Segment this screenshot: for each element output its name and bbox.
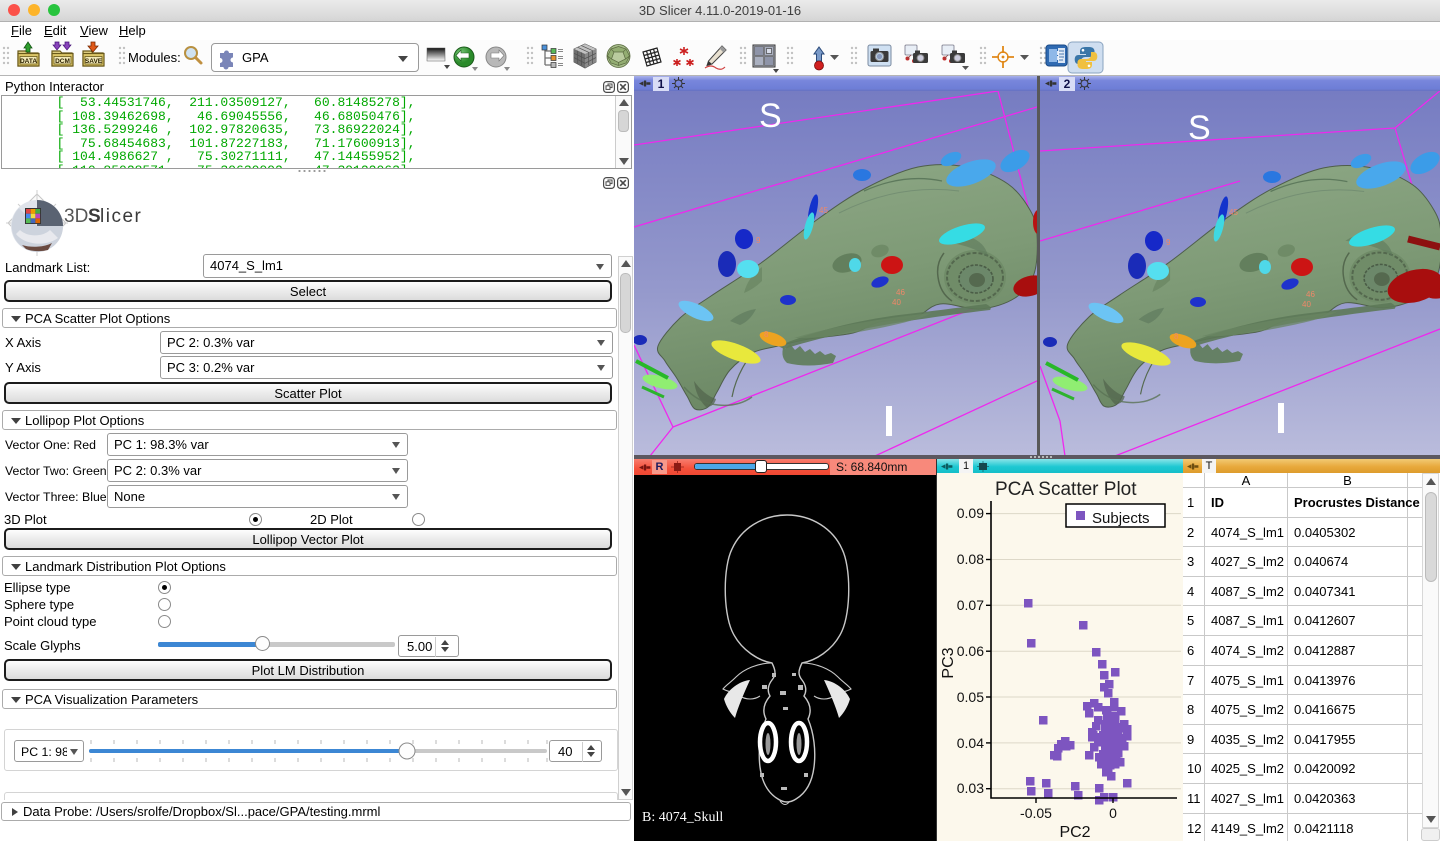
svg-text:0.03: 0.03 — [957, 780, 984, 796]
svg-text:46: 46 — [1306, 290, 1315, 299]
svg-text:9: 9 — [756, 236, 761, 245]
svg-text:45: 45 — [1229, 208, 1238, 217]
svg-text:8: 8 — [764, 330, 769, 339]
svg-text:DCM: DCM — [55, 58, 70, 65]
svg-text:0.06: 0.06 — [957, 643, 984, 659]
svg-text:0.07: 0.07 — [957, 597, 984, 613]
svg-text:0.08: 0.08 — [957, 551, 984, 567]
svg-text:licer: licer — [100, 206, 142, 227]
svg-text:40: 40 — [892, 298, 901, 307]
svg-text:0: 0 — [1109, 805, 1117, 821]
svg-text:0.04: 0.04 — [957, 735, 984, 751]
svg-text:S: S — [88, 206, 101, 227]
svg-text:3D: 3D — [64, 206, 88, 227]
svg-text:PC3: PC3 — [940, 647, 957, 678]
svg-text:S: S — [1188, 109, 1211, 147]
svg-text:B: 4074_Skull: B: 4074_Skull — [642, 810, 723, 825]
svg-text:9: 9 — [1166, 238, 1171, 247]
svg-text:0.05: 0.05 — [957, 689, 984, 705]
svg-text:0.09: 0.09 — [957, 505, 984, 521]
svg-text:40: 40 — [1302, 300, 1311, 309]
svg-text:Subjects: Subjects — [1092, 510, 1150, 527]
svg-text:PC2: PC2 — [1059, 824, 1090, 841]
svg-text:SAVE: SAVE — [85, 58, 103, 65]
svg-text:-0.05: -0.05 — [1020, 805, 1052, 821]
svg-text:PCA Scatter Plot: PCA Scatter Plot — [995, 479, 1137, 500]
svg-text:8: 8 — [1174, 332, 1179, 341]
svg-text:S: S — [759, 97, 782, 135]
svg-text:DATA: DATA — [20, 58, 37, 65]
svg-text:45: 45 — [819, 206, 828, 215]
svg-text:46: 46 — [896, 288, 905, 297]
